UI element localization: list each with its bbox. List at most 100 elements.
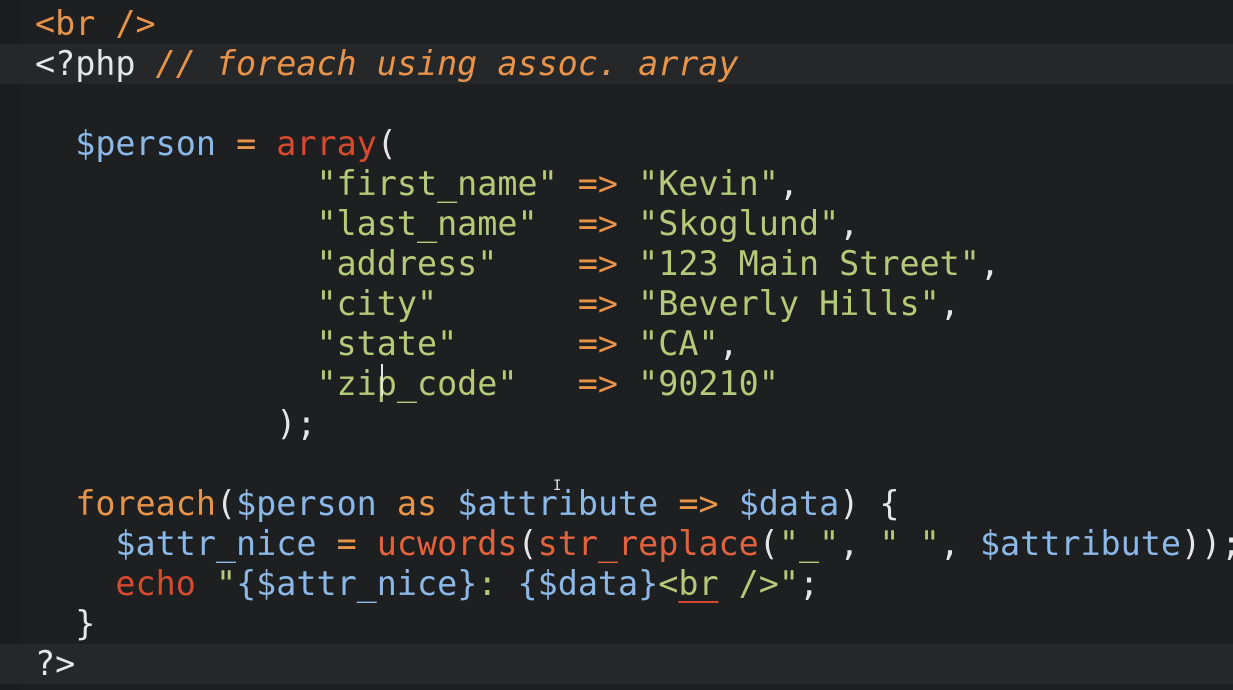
code-line[interactable] (0, 84, 1233, 124)
code-token: ?> (35, 644, 76, 683)
code-token: echo (115, 564, 196, 603)
code-token: <br /> (35, 4, 156, 43)
code-token: "city" (316, 284, 438, 323)
code-token: < (658, 564, 679, 603)
code-line-text[interactable]: "city" => "Beverly Hills", (35, 284, 960, 324)
code-token: $data (738, 484, 840, 523)
code-line[interactable]: "zip_code" => "90210" (0, 364, 1233, 404)
code-token: )); (1180, 524, 1233, 563)
code-line-text[interactable]: "first_name" => "Kevin", (35, 164, 799, 204)
code-token: ( (758, 524, 779, 563)
code-token: $person (75, 124, 216, 163)
code-line-text[interactable]: } (35, 604, 95, 644)
code-line[interactable]: "state" => "CA", (0, 324, 1233, 364)
code-editor[interactable]: <br /> <?php // foreach using assoc. arra… (0, 0, 1233, 690)
code-line-text[interactable]: "address" => "123 Main Street", (35, 244, 1000, 284)
code-token: = (336, 524, 357, 563)
code-line-text[interactable]: <?php // foreach using assoc. array (35, 44, 739, 84)
code-token: : (477, 564, 518, 603)
code-line[interactable]: <br /> (0, 4, 1233, 44)
code-token: => (577, 164, 619, 203)
code-token: , (939, 284, 960, 323)
code-token: "address" (316, 244, 498, 283)
code-token: "CA" (638, 324, 719, 363)
code-line[interactable]: $person = array( (0, 124, 1233, 164)
code-line[interactable] (0, 444, 1233, 484)
code-line[interactable]: "city" => "Beverly Hills", (0, 284, 1233, 324)
code-token: {$attr_nice} (236, 564, 478, 603)
code-line[interactable]: ?> (0, 644, 1233, 684)
code-token: foreach (75, 484, 216, 523)
code-token: ( (376, 124, 397, 163)
code-token: ( (517, 524, 538, 563)
code-line-text[interactable]: $attr_nice = ucwords(str_replace("_", " … (35, 524, 1233, 564)
ibeam-cursor-icon: I (553, 478, 562, 494)
code-token: , (839, 204, 860, 243)
code-line[interactable]: echo "{$attr_nice}: {$data}<br />"; (0, 564, 1233, 604)
text-caret (381, 364, 383, 396)
code-token: "Kevin" (638, 164, 779, 203)
code-line[interactable]: "last_name" => "Skoglund", (0, 204, 1233, 244)
code-line-text[interactable]: "state" => "CA", (35, 324, 738, 364)
code-line-text[interactable]: ?> (35, 644, 75, 684)
code-line-text[interactable]: foreach($person as $attribute => $data) … (35, 484, 899, 524)
code-token: "_" (778, 524, 840, 563)
code-token: => (577, 324, 619, 363)
code-line-text[interactable]: $person = array( (35, 124, 397, 164)
code-token: <?php (35, 44, 156, 83)
code-line[interactable]: <?php // foreach using assoc. array (0, 44, 1233, 84)
code-token: => (577, 204, 619, 243)
code-token: ( (215, 484, 237, 523)
code-line[interactable]: $attr_nice = ucwords(str_replace("_", " … (0, 524, 1233, 564)
code-token: " (215, 564, 237, 603)
code-line[interactable]: "address" => "123 Main Street", (0, 244, 1233, 284)
code-line-text[interactable]: <br /> (35, 4, 156, 44)
code-token: "state" (316, 324, 458, 363)
code-token: "90210" (638, 364, 779, 403)
code-token: ucwords (376, 524, 518, 563)
code-line[interactable]: ); (0, 404, 1233, 444)
code-token: , (778, 164, 799, 203)
code-token: $attribute (979, 524, 1181, 563)
code-line-text[interactable]: "last_name" => "Skoglund", (35, 204, 859, 244)
code-line-text[interactable]: echo "{$attr_nice}: {$data}<br />"; (35, 564, 819, 604)
code-token: = (236, 124, 257, 163)
code-token: , (979, 244, 1000, 283)
code-line-text[interactable]: ); (35, 404, 316, 444)
code-token: => (678, 484, 719, 523)
code-token: "zip_code" (316, 364, 518, 403)
code-line[interactable]: } (0, 604, 1233, 644)
code-line[interactable]: foreach($person as $attribute => $data) … (0, 484, 1233, 524)
code-line-text[interactable]: "zip_code" => "90210" (35, 364, 779, 404)
code-token: $person (236, 484, 377, 523)
code-token: } (75, 604, 96, 643)
code-token: ); (276, 404, 317, 443)
code-token: str_replace (537, 524, 759, 563)
code-token: "first_name" (316, 164, 558, 203)
code-token: "Beverly Hills" (638, 284, 940, 323)
code-token: "Skoglund" (638, 204, 840, 243)
code-line[interactable]: "first_name" => "Kevin", (0, 164, 1233, 204)
code-token: => (577, 364, 619, 403)
